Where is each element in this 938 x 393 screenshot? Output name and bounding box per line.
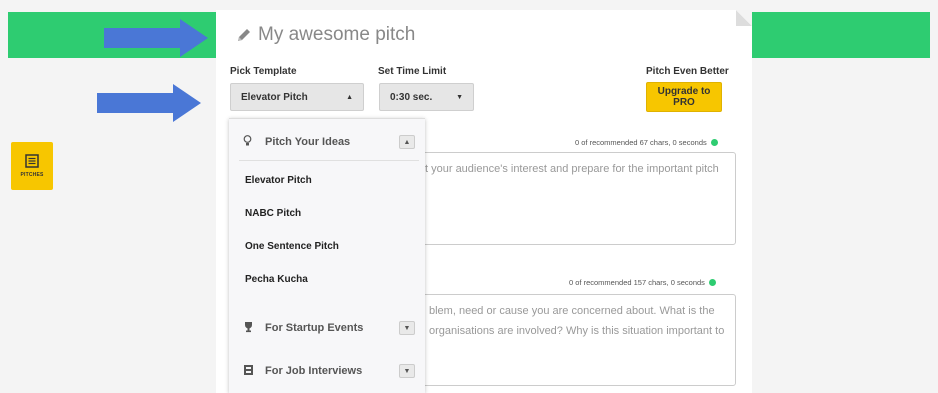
- page-title[interactable]: My awesome pitch: [236, 24, 415, 46]
- dropdown-group-label: For Startup Events: [265, 322, 364, 334]
- pitch-section-textarea[interactable]: blem, need or cause you are concerned ab…: [412, 294, 736, 386]
- dropdown-group-job-interviews[interactable]: For Job Interviews ▼: [229, 360, 425, 382]
- template-select[interactable]: Elevator Pitch ▲: [230, 83, 364, 111]
- expand-chevron-down-icon[interactable]: ▼: [399, 364, 415, 378]
- document-list-icon: [25, 154, 39, 168]
- char-counter: 0 of recommended 67 chars, 0 seconds: [575, 138, 718, 147]
- dropdown-group-pitch-ideas[interactable]: Pitch Your Ideas ▲: [229, 131, 425, 153]
- time-limit-select[interactable]: 0:30 sec. ▼: [379, 83, 474, 111]
- pitch-title-text: My awesome pitch: [258, 24, 416, 45]
- dropdown-item-elevator-pitch[interactable]: Elevator Pitch: [245, 175, 312, 186]
- time-limit-label: Set Time Limit: [378, 66, 447, 77]
- char-counter: 0 of recommended 157 chars, 0 seconds: [569, 278, 716, 287]
- dropdown-item-pecha-kucha[interactable]: Pecha Kucha: [245, 274, 308, 285]
- divider: [239, 160, 419, 161]
- caret-up-icon: ▲: [346, 93, 353, 101]
- dropdown-item-one-sentence-pitch[interactable]: One Sentence Pitch: [245, 241, 339, 252]
- textarea-placeholder-line: organisations are involved? Why is this …: [429, 325, 725, 337]
- template-label: Pick Template: [230, 66, 297, 77]
- lightbulb-icon: [243, 134, 257, 150]
- dropdown-item-nabc-pitch[interactable]: NABC Pitch: [245, 208, 301, 219]
- expand-chevron-down-icon[interactable]: ▼: [399, 321, 415, 335]
- collapse-chevron-up-icon[interactable]: ▲: [399, 135, 415, 149]
- char-counter-text: 0 of recommended 157 chars, 0 seconds: [569, 278, 705, 287]
- textarea-placeholder-line: blem, need or cause you are concerned ab…: [429, 305, 715, 317]
- annotation-arrow-icon: [97, 84, 201, 122]
- status-dot-icon: [708, 279, 716, 286]
- card-corner-fold: [736, 10, 752, 26]
- textarea-placeholder: t your audience's interest and prepare f…: [425, 163, 719, 175]
- trophy-icon: [243, 321, 257, 336]
- dropdown-group-label: For Job Interviews: [265, 365, 363, 377]
- sidebar-pitches-label: PITCHES: [20, 172, 44, 178]
- char-counter-text: 0 of recommended 67 chars, 0 seconds: [575, 138, 707, 147]
- sidebar-pitches-button[interactable]: PITCHES: [11, 142, 53, 190]
- upgrade-pro-button[interactable]: Upgrade to PRO: [646, 82, 722, 112]
- pitch-section-textarea[interactable]: t your audience's interest and prepare f…: [412, 152, 736, 245]
- template-select-value: Elevator Pitch: [241, 91, 308, 103]
- pencil-icon: [238, 29, 250, 41]
- briefcase-icon: [243, 364, 257, 379]
- template-dropdown-menu: Pitch Your Ideas ▲ Elevator Pitch NABC P…: [229, 118, 425, 393]
- time-limit-select-value: 0:30 sec.: [390, 91, 433, 103]
- annotation-arrow-icon: [104, 19, 208, 57]
- status-dot-icon: [710, 139, 718, 146]
- dropdown-group-label: Pitch Your Ideas: [265, 136, 351, 148]
- caret-down-icon: ▼: [456, 93, 463, 101]
- pitch-better-label: Pitch Even Better: [646, 66, 729, 77]
- dropdown-group-startup-events[interactable]: For Startup Events ▼: [229, 317, 425, 339]
